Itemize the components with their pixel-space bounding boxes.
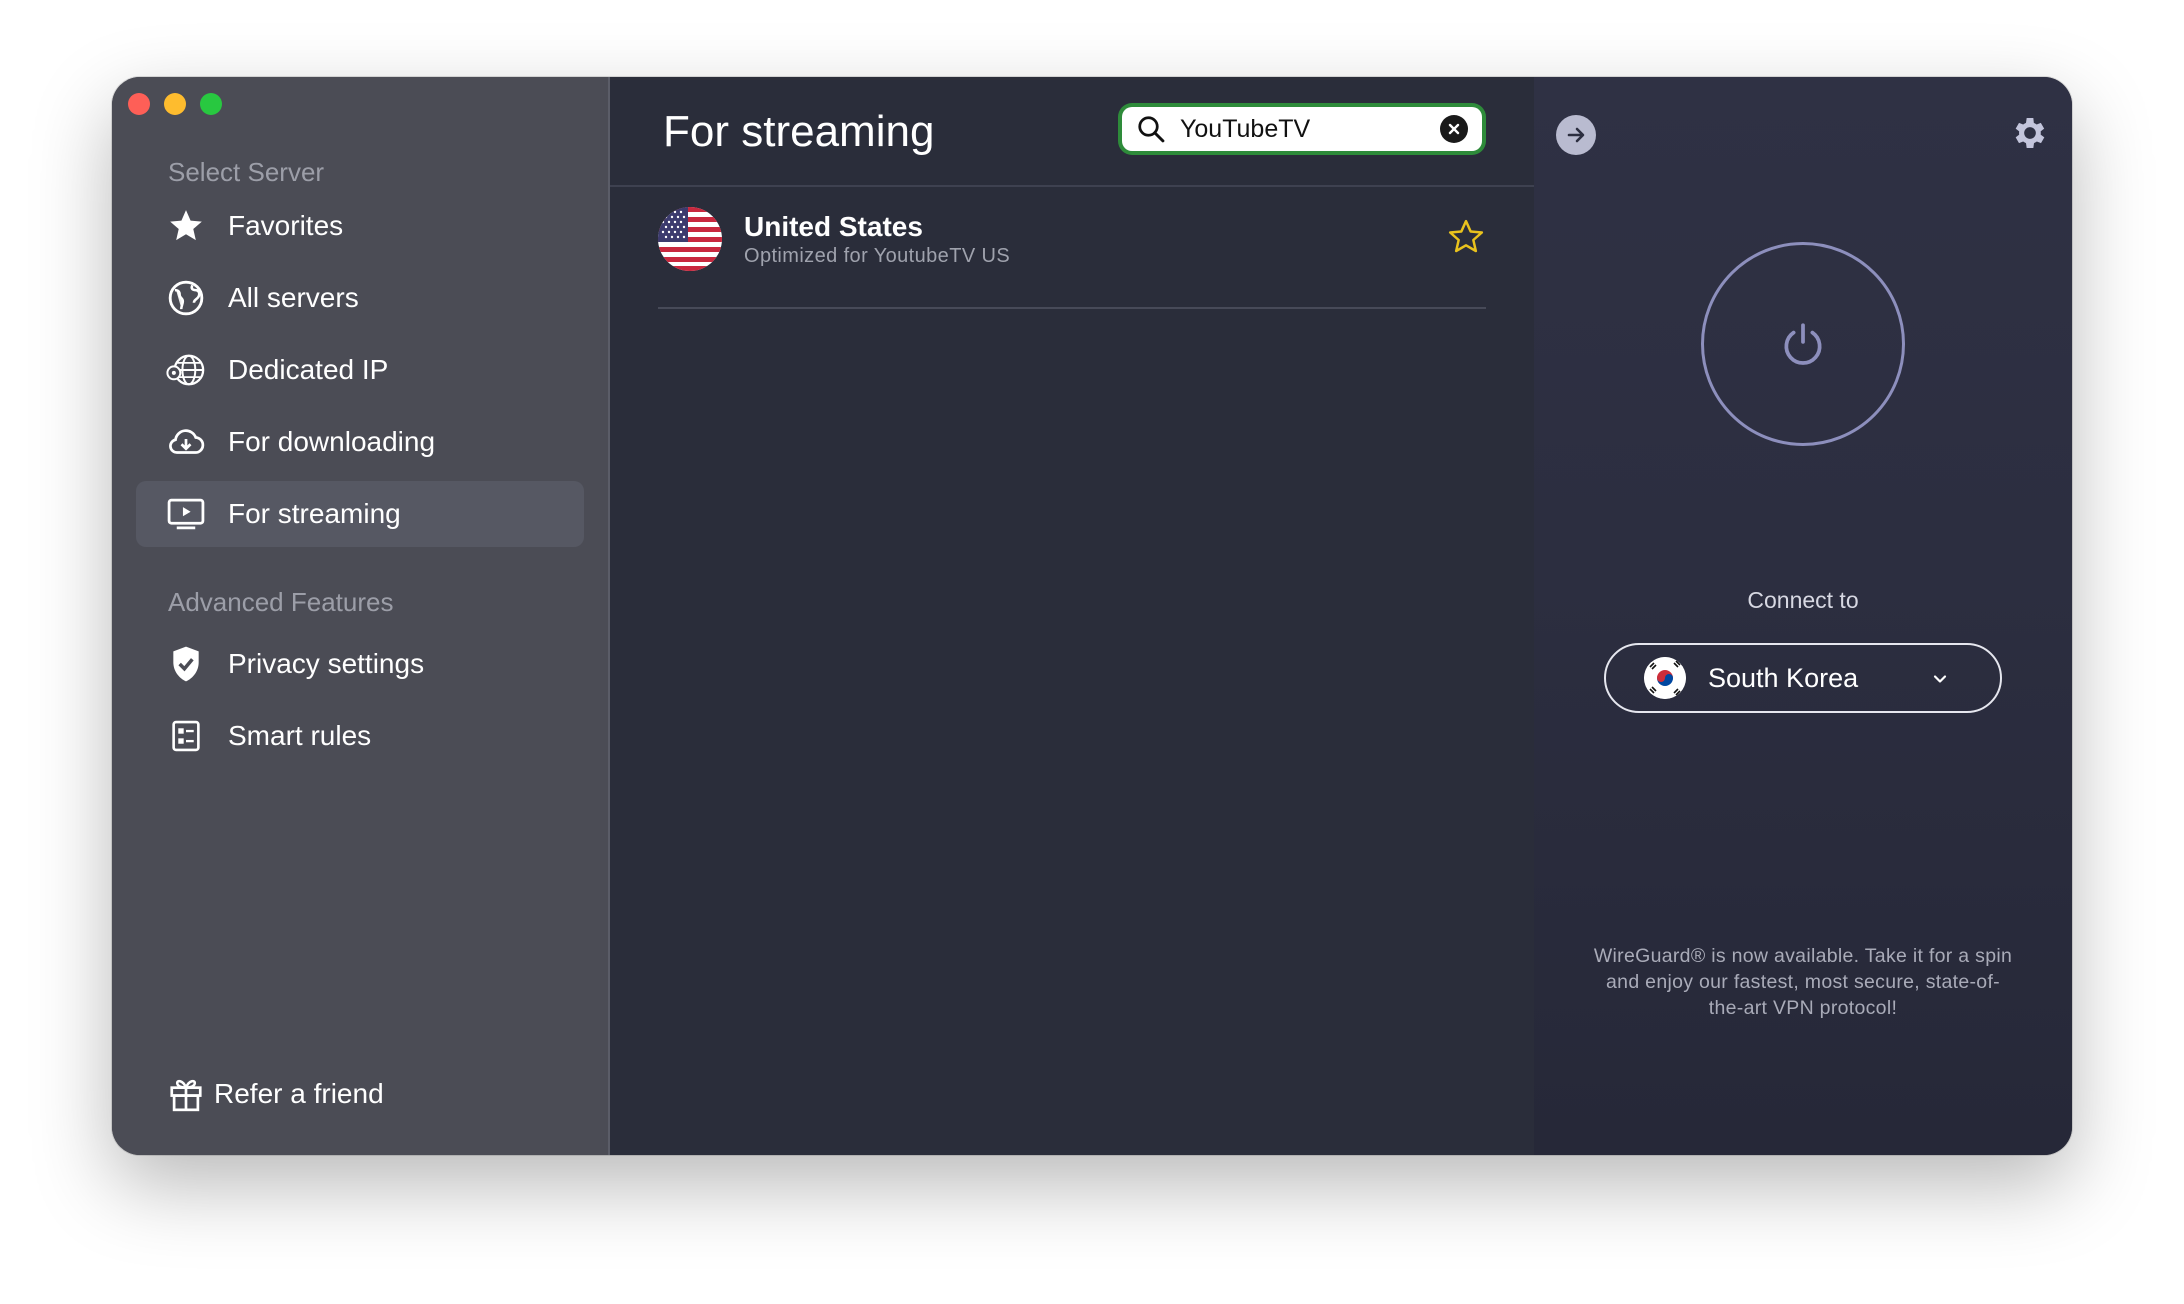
connect-to-label: Connect to (1747, 587, 1859, 613)
server-list-item[interactable]: United States Optimized for YoutubeTV US (658, 195, 1486, 309)
south-korea-flag-icon (1644, 657, 1686, 699)
refer-a-friend-button[interactable]: Refer a friend (168, 1075, 384, 1113)
select-server-heading: Select Server (168, 157, 325, 187)
sidebar-item-for-downloading[interactable]: For downloading (136, 409, 584, 475)
sidebar-item-privacy-settings[interactable]: Privacy settings (136, 631, 584, 697)
search-icon (1136, 114, 1166, 144)
header-divider (610, 185, 1534, 187)
power-icon (1784, 323, 1822, 365)
sidebar-item-label: Favorites (228, 210, 344, 241)
power-connect-button[interactable] (1701, 242, 1905, 446)
sidebar-item-favorites[interactable]: Favorites (136, 193, 584, 259)
cloud-download-icon (166, 422, 206, 462)
shield-check-icon (166, 644, 206, 684)
sidebar-item-label: Smart rules (228, 720, 372, 751)
gift-icon (168, 1075, 204, 1113)
sidebar-item-label: Privacy settings (228, 648, 425, 679)
search-input[interactable] (1178, 113, 1432, 145)
sidebar-item-smart-rules[interactable]: Smart rules (136, 703, 584, 769)
connect-panel: Connect to South Korea WireGuard® is now… (1534, 77, 2072, 1155)
close-window-button[interactable] (128, 93, 150, 115)
window-controls (128, 93, 222, 115)
collapse-panel-button[interactable] (1556, 115, 1596, 155)
search-box[interactable] (1122, 107, 1482, 151)
selected-country-label: South Korea (1708, 662, 1859, 693)
gear-icon (2015, 118, 2045, 148)
rules-list-icon (166, 716, 206, 756)
zoom-window-button[interactable] (200, 93, 222, 115)
sidebar-item-label: For streaming (228, 498, 401, 529)
clear-search-button[interactable] (1440, 115, 1468, 143)
sidebar-item-dedicated-ip[interactable]: Dedicated IP (136, 337, 584, 403)
sidebar-item-label: For downloading (228, 426, 436, 457)
globe-icon (166, 278, 206, 318)
star-icon (166, 206, 206, 246)
sidebar-item-all-servers[interactable]: All servers (136, 265, 584, 331)
server-description: Optimized for YoutubeTV US (744, 245, 1011, 267)
close-icon (1448, 123, 1460, 135)
star-outline-icon (1448, 219, 1484, 253)
main-panel: For streaming YouTubeTV United States Op… (610, 77, 1534, 1155)
sidebar: Select Server Favorites All servers Dedi… (112, 77, 610, 1155)
arrow-right-icon (1567, 127, 1585, 143)
us-flag-icon (658, 207, 722, 271)
minimize-window-button[interactable] (164, 93, 186, 115)
globe-ip-icon (166, 350, 206, 390)
country-selector[interactable]: South Korea (1604, 643, 2002, 713)
chevron-down-icon (1930, 669, 1950, 689)
sidebar-item-for-streaming[interactable]: For streaming (136, 481, 584, 547)
wireguard-notice: WireGuard® is now available. Take it for… (1593, 945, 2013, 1019)
page-title: For streaming (663, 107, 935, 156)
refer-a-friend-label: Refer a friend (214, 1078, 384, 1109)
tv-play-icon (166, 494, 206, 534)
app-window: Select Server Favorites All servers Dedi… (112, 77, 2072, 1155)
settings-button[interactable] (2010, 113, 2050, 153)
favorite-star-button[interactable] (1446, 217, 1486, 257)
server-name: United States (744, 211, 923, 242)
advanced-features-heading: Advanced Features (168, 587, 394, 617)
sidebar-item-label: Dedicated IP (228, 354, 389, 385)
sidebar-item-label: All servers (228, 282, 359, 313)
